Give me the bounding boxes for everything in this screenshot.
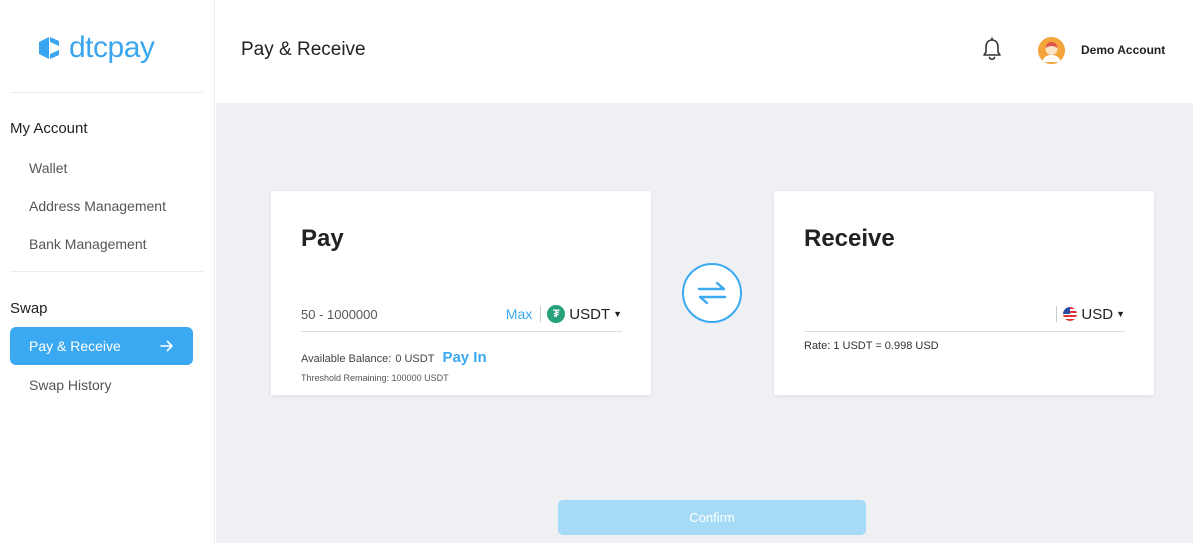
pay-in-link[interactable]: Pay In xyxy=(442,349,486,366)
swap-arrows-icon xyxy=(697,281,727,305)
avatar[interactable] xyxy=(1038,37,1065,64)
receive-card: Receive USD ▼ Rate: 1 USDT = 0.998 USD xyxy=(774,191,1154,395)
receive-currency-select[interactable]: USD ▼ xyxy=(1063,306,1125,323)
sidebar-item-label: Pay & Receive xyxy=(29,338,121,354)
sidebar-item-wallet[interactable]: Wallet xyxy=(29,160,67,176)
avatar-icon xyxy=(1038,37,1065,64)
receive-title: Receive xyxy=(804,225,895,252)
pay-amount-input[interactable] xyxy=(301,299,506,329)
sidebar-item-bank-management[interactable]: Bank Management xyxy=(29,236,147,252)
brand-logo[interactable]: dtcpay xyxy=(36,30,155,66)
sidebar-divider xyxy=(10,92,203,93)
tether-icon: ₮ xyxy=(547,305,566,323)
pay-currency-label: USDT xyxy=(569,305,611,323)
pay-title: Pay xyxy=(301,225,344,252)
top-header: Pay & Receive Demo Account xyxy=(216,0,1193,103)
us-flag-icon xyxy=(1063,307,1078,321)
arrow-right-icon xyxy=(160,340,173,352)
divider xyxy=(1056,306,1058,322)
threshold-text: Threshold Remaining: 100000 USDT xyxy=(301,373,449,383)
caret-down-icon: ▼ xyxy=(1116,309,1125,319)
pay-currency-select[interactable]: ₮ USDT ▼ xyxy=(547,305,622,323)
sidebar-item-pay-receive[interactable]: Pay & Receive xyxy=(10,327,193,365)
balance-value: 0 USDT xyxy=(395,353,435,365)
pay-card: Pay Max ₮ USDT ▼ Available Balance: 0 US… xyxy=(271,191,651,395)
receive-currency-label: USD xyxy=(1081,305,1114,323)
brand-name: dtcpay xyxy=(69,31,155,64)
dtcpay-logo-icon xyxy=(39,37,59,59)
sidebar-divider xyxy=(10,271,203,272)
balance-label: Available Balance: xyxy=(301,353,392,365)
account-name[interactable]: Demo Account xyxy=(1081,43,1165,57)
pay-input-row: Max ₮ USDT ▼ xyxy=(301,297,622,332)
swap-direction-button[interactable] xyxy=(682,263,742,323)
sidebar-item-swap-history[interactable]: Swap History xyxy=(29,377,111,393)
sidebar-section-my-account: My Account xyxy=(10,120,88,137)
page-title: Pay & Receive xyxy=(241,39,366,60)
bell-icon[interactable] xyxy=(981,37,1003,61)
receive-amount-field xyxy=(804,299,1056,329)
main-content: Pay Max ₮ USDT ▼ Available Balance: 0 US… xyxy=(216,103,1193,543)
receive-input-row: USD ▼ xyxy=(804,297,1125,332)
sidebar-section-swap: Swap xyxy=(10,300,48,317)
caret-down-icon: ▼ xyxy=(613,309,622,319)
max-button[interactable]: Max xyxy=(506,306,532,322)
divider xyxy=(540,306,542,322)
confirm-button[interactable]: Confirm xyxy=(558,500,866,535)
sidebar: dtcpay My Account Wallet Address Managem… xyxy=(0,0,215,543)
balance-row: Available Balance: 0 USDT Pay In xyxy=(301,349,487,366)
sidebar-item-address-management[interactable]: Address Management xyxy=(29,198,166,214)
exchange-rate-text: Rate: 1 USDT = 0.998 USD xyxy=(804,340,939,352)
